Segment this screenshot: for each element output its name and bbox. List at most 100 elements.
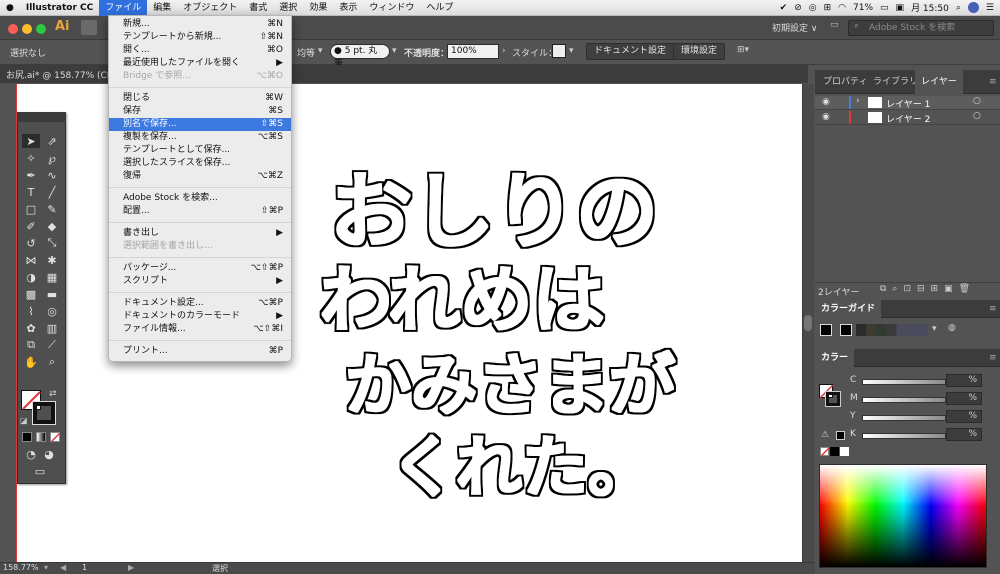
black-swatch[interactable] <box>836 431 845 440</box>
perspective-grid-icon[interactable]: ▦ <box>43 270 61 284</box>
menu-item-export[interactable]: 書き出し ▶ <box>109 227 291 240</box>
tab-color-guide[interactable]: カラーガイド <box>815 300 882 318</box>
prev-artboard-icon[interactable]: ◀ <box>60 563 66 572</box>
direct-selection-tool-icon[interactable]: ⇗ <box>43 134 61 148</box>
stroke-profile[interactable]: 均等 <box>297 46 315 59</box>
tab-color[interactable]: カラー <box>815 349 855 367</box>
menu-item-package[interactable]: パッケージ... ⌥⇧⌘P <box>109 262 291 275</box>
lasso-icon[interactable]: ℘ <box>43 151 61 165</box>
pen-tool-icon[interactable]: ✒ <box>22 168 40 182</box>
rotate-tool-icon[interactable]: ↺ <box>22 236 40 250</box>
brush-definition[interactable]: ● 5 pt. 丸筆 <box>330 44 390 69</box>
menu-help[interactable]: ヘルプ <box>420 0 459 16</box>
menu-view[interactable]: 表示 <box>333 0 363 16</box>
channel-c-slider[interactable] <box>862 379 946 385</box>
type-tool-icon[interactable]: T <box>22 185 40 199</box>
puppet-warp-icon[interactable]: ✱ <box>43 253 61 267</box>
preferences-button[interactable]: 環境設定 <box>673 43 726 60</box>
expand-arrow-icon[interactable]: › <box>856 96 860 106</box>
artboard-number[interactable]: 1 <box>82 563 87 572</box>
menu-item-new[interactable]: 新規... ⌘N <box>109 18 291 31</box>
menu-item-print[interactable]: プリント... ⌘P <box>109 345 291 358</box>
channel-m-value[interactable]: % <box>946 392 982 405</box>
menu-item-close[interactable]: 閉じる ⌘W <box>109 92 291 105</box>
layer-row[interactable]: ◉ レイヤー 2 ○ <box>815 111 1000 125</box>
handwritten-artwork[interactable]: おしりの われめは かみさまが くれた。 <box>300 140 675 510</box>
close-window-button[interactable] <box>8 24 18 34</box>
battery-icon[interactable]: ▭ <box>880 3 889 13</box>
slice-tool-icon[interactable]: ⟋ <box>43 338 61 352</box>
none-swatch[interactable] <box>820 447 830 457</box>
out-of-gamut-icon[interactable]: ⚠ <box>821 430 829 440</box>
magic-wand-icon[interactable]: ✧ <box>22 151 40 165</box>
align-icon[interactable]: ⊞▾ <box>737 45 749 55</box>
bridge-icon[interactable] <box>81 20 97 35</box>
user-icon[interactable] <box>967 2 979 13</box>
layer-actions-icon[interactable]: ⧉⌕⊡⊟⊞▣🗑 <box>880 284 976 294</box>
visibility-eye-icon[interactable]: ◉ <box>822 112 830 122</box>
default-colors-icon[interactable]: ◪ <box>20 416 28 425</box>
shaper-tool-icon[interactable]: ✐ <box>22 219 40 233</box>
menu-item-new-from-template[interactable]: テンプレートから新規... ⇧⌘N <box>109 31 291 44</box>
tab-layers[interactable]: レイヤー <box>915 70 963 94</box>
curvature-tool-icon[interactable]: ∿ <box>43 168 61 182</box>
zoom-arrow-icon[interactable]: ▾ <box>44 563 48 572</box>
harmony-rule-swatches[interactable] <box>856 324 928 336</box>
stroke-profile-arrow-icon[interactable]: ▾ <box>318 46 323 56</box>
panel-menu-icon[interactable]: ≡ <box>983 349 1000 367</box>
style-arrow-icon[interactable]: ▾ <box>569 46 574 56</box>
selection-tool-icon[interactable]: ➤ <box>22 134 40 148</box>
menu-item-save-slices[interactable]: 選択したスライスを保存... <box>109 157 291 170</box>
style-swatch[interactable] <box>552 44 566 58</box>
menu-item-place[interactable]: 配置... ⇧⌘P <box>109 205 291 218</box>
tools-panel-header[interactable] <box>17 112 66 122</box>
width-tool-icon[interactable]: ⋈ <box>22 253 40 267</box>
menu-item-open[interactable]: 開く... ⌘O <box>109 44 291 57</box>
gradient-mode-icon[interactable] <box>36 432 46 442</box>
draw-inside-icon[interactable]: ◕ <box>40 447 58 461</box>
graph-tool-icon[interactable]: ▥ <box>43 321 61 335</box>
white-quick-swatch[interactable] <box>840 447 849 456</box>
menu-item-save-copy[interactable]: 複製を保存... ⌥⌘S <box>109 131 291 144</box>
status-ring-icon[interactable]: ◎ <box>809 3 817 13</box>
hand-tool-icon[interactable]: ✋ <box>22 355 40 369</box>
eraser-icon[interactable]: ◆ <box>43 219 61 233</box>
layer-name[interactable]: レイヤー 2 <box>886 112 930 125</box>
layer-name[interactable]: レイヤー 1 <box>886 97 930 110</box>
arrange-icon[interactable]: ▭ <box>830 20 839 30</box>
document-setup-button[interactable]: ドキュメント設定 <box>586 43 675 60</box>
channel-k-value[interactable]: % <box>946 428 982 441</box>
harmony-swatch[interactable] <box>840 324 852 336</box>
color-wheel-icon[interactable]: ◍ <box>948 323 956 333</box>
channel-y-slider[interactable] <box>862 415 946 421</box>
layer-row[interactable]: ◉ › レイヤー 1 ○ <box>815 96 1000 110</box>
zoom-window-button[interactable] <box>36 24 46 34</box>
menu-item-scripts[interactable]: スクリプト ▶ <box>109 275 291 288</box>
menu-item-color-mode[interactable]: ドキュメントのカラーモード ▶ <box>109 310 291 323</box>
channel-m-slider[interactable] <box>862 397 946 403</box>
menu-effect[interactable]: 効果 <box>303 0 333 16</box>
clock[interactable]: 月 15:50 <box>911 1 949 14</box>
status-grid-icon[interactable]: ⊞ <box>824 3 832 13</box>
black-quick-swatch[interactable] <box>830 447 839 456</box>
menu-window[interactable]: ウィンドウ <box>363 0 420 16</box>
status-circle-icon[interactable]: ⊘ <box>794 3 802 13</box>
opacity-arrow-icon[interactable]: › <box>502 46 506 56</box>
stock-search-input[interactable]: Adobe Stock を検索 <box>848 20 994 36</box>
brush-arrow-icon[interactable]: ▾ <box>392 46 397 56</box>
color-mode-icon[interactable] <box>22 432 32 442</box>
color-spectrum[interactable] <box>819 464 987 568</box>
blend-tool-icon[interactable]: ◎ <box>43 304 61 318</box>
menu-item-open-recent[interactable]: 最近使用したファイルを開く ▶ <box>109 57 291 70</box>
workspace-switcher[interactable]: 初期設定 ∨ <box>772 21 817 34</box>
symbol-sprayer-icon[interactable]: ✿ <box>22 321 40 335</box>
zoom-tool-icon[interactable]: ⌕ <box>43 355 61 369</box>
channel-c-value[interactable]: % <box>946 374 982 387</box>
menu-item-save-as[interactable]: 別名で保存... ⇧⌘S <box>109 118 291 131</box>
next-artboard-icon[interactable]: ▶ <box>128 563 134 572</box>
document-tab[interactable]: お尻.ai* @ 158.77% (CMY <box>6 68 120 81</box>
menu-file[interactable]: ファイル <box>99 0 148 16</box>
menu-item-revert[interactable]: 復帰 ⌥⌘Z <box>109 170 291 183</box>
spotlight-icon[interactable]: ⌕ <box>956 3 961 13</box>
color-stroke-swatch[interactable] <box>825 391 841 407</box>
